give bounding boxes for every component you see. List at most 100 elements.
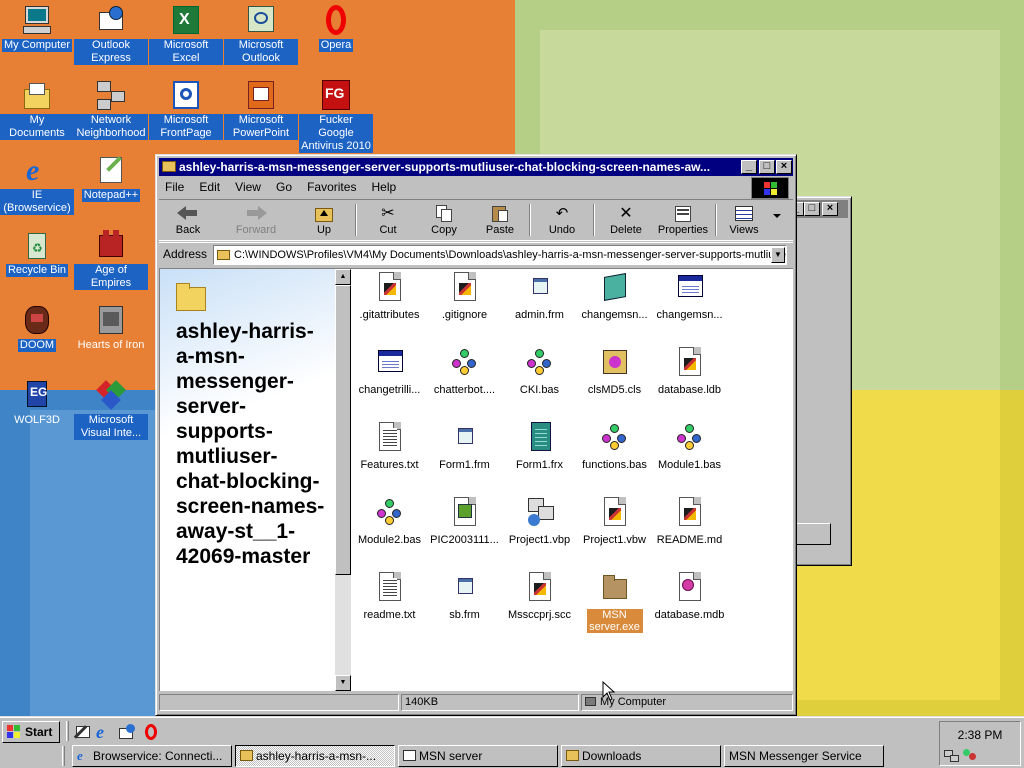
basic-module-icon — [674, 421, 706, 453]
properties-button[interactable]: Properties — [653, 202, 713, 240]
desktop-icon-microsoft-frontpage[interactable]: Microsoft FrontPage — [149, 79, 223, 140]
file-item[interactable]: Features.txt — [352, 421, 427, 471]
maximize-button[interactable]: □ — [759, 160, 775, 174]
file-item[interactable]: CKI.bas — [502, 346, 577, 396]
my-documents-icon — [21, 79, 53, 111]
desktop-icon-notepad-plus-plus[interactable]: Notepad++ — [74, 154, 148, 202]
clock[interactable]: 2:38 PM — [940, 728, 1020, 742]
quicklaunch-show-desktop-icon[interactable] — [73, 723, 92, 741]
menu-edit[interactable]: Edit — [193, 177, 226, 197]
desktop-icon-my-computer[interactable]: My Computer — [0, 4, 74, 52]
desktop-icon-wolf3d[interactable]: EG WOLF3D — [0, 379, 74, 427]
quicklaunch-grip[interactable] — [66, 721, 69, 741]
desktop-icon-microsoft-powerpoint[interactable]: Microsoft PowerPoint — [224, 79, 298, 140]
file-item[interactable]: chatterbot.... — [427, 346, 502, 396]
file-item[interactable]: changemsn... — [577, 271, 652, 321]
file-item[interactable]: .gitattributes — [352, 271, 427, 321]
task-msn-server[interactable]: MSN server — [398, 745, 558, 767]
desktop-icon-microsoft-outlook[interactable]: Microsoft Outlook — [224, 4, 298, 65]
file-item-selected[interactable]: MSN server.exe — [577, 571, 652, 633]
file-item[interactable]: Mssccprj.scc — [502, 571, 577, 621]
file-item[interactable]: readme.txt — [352, 571, 427, 621]
scroll-up-icon[interactable]: ▲ — [335, 269, 351, 285]
menu-view[interactable]: View — [229, 177, 267, 197]
background-window-button[interactable] — [791, 523, 831, 545]
folder-icon — [162, 161, 176, 172]
paste-button[interactable]: Paste — [473, 202, 527, 240]
desktop-icon-age-of-empires[interactable]: Age of Empires — [74, 229, 148, 290]
file-item[interactable]: Module2.bas — [352, 496, 427, 546]
desktop-icon-microsoft-excel[interactable]: X Microsoft Excel — [149, 4, 223, 65]
web-view-scrollbar[interactable]: ▲ ▼ — [335, 269, 351, 691]
file-label: changemsn... — [656, 309, 723, 321]
desktop-icon-outlook-express[interactable]: Outlook Express — [74, 4, 148, 65]
desktop-icon-my-documents[interactable]: My Documents — [0, 79, 74, 140]
close-button[interactable]: × — [776, 160, 792, 174]
delete-button[interactable]: ✕ Delete — [599, 202, 653, 240]
file-item[interactable]: clsMD5.cls — [577, 346, 652, 396]
task-explorer-active[interactable]: ashley-harris-a-msn-... — [235, 745, 395, 767]
desktop-icon-visual-interdev[interactable]: Microsoft Visual Inte... — [74, 379, 148, 440]
network-tray-icon[interactable] — [944, 747, 960, 763]
cut-button[interactable]: ✂ Cut — [361, 202, 415, 240]
menu-go[interactable]: Go — [270, 177, 298, 197]
file-item[interactable]: database.mdb — [652, 571, 727, 621]
wolf3d-icon: EG — [21, 379, 53, 411]
background-close-button[interactable]: × — [822, 202, 838, 216]
doom-icon — [21, 304, 53, 336]
task-browservice[interactable]: e Browservice: Connecti... — [72, 745, 232, 767]
views-dropdown-arrow-icon[interactable] — [773, 214, 781, 218]
desktop-icon-opera[interactable]: Opera — [299, 4, 373, 52]
scroll-down-icon[interactable]: ▼ — [335, 675, 351, 691]
explorer-window[interactable]: ashley-harris-a-msn-messenger-server-sup… — [155, 154, 797, 716]
file-item[interactable]: changetrilli... — [352, 346, 427, 396]
file-item[interactable]: PIC2003111... — [427, 496, 502, 546]
file-item[interactable]: Project1.vbw — [577, 496, 652, 546]
copy-button[interactable]: Copy — [417, 202, 471, 240]
task-downloads[interactable]: Downloads — [561, 745, 721, 767]
access-database-icon — [674, 571, 706, 603]
desktop-icon-network-neighborhood[interactable]: Network Neighborhood — [74, 79, 148, 140]
desktop-icon-recycle-bin[interactable]: ♻ Recycle Bin — [0, 229, 74, 277]
quicklaunch-opera-icon[interactable] — [142, 723, 160, 741]
desktop-icon-doom[interactable]: DOOM — [0, 304, 74, 352]
mouse-cursor-icon — [602, 681, 616, 701]
address-dropdown-icon[interactable]: ▼ — [771, 247, 785, 263]
file-item[interactable]: .gitignore — [427, 271, 502, 321]
desktop-icon-antivirus[interactable]: FG Fucker Google Antivirus 2010 — [299, 79, 373, 153]
desktop-icon-hearts-of-iron[interactable]: Hearts of Iron — [74, 304, 148, 352]
msn-messenger-tray-icon[interactable] — [962, 747, 978, 763]
file-item[interactable]: functions.bas — [577, 421, 652, 471]
minimize-button[interactable]: _ — [741, 160, 757, 174]
quicklaunch-ie-icon[interactable]: e — [96, 723, 114, 741]
up-button[interactable]: Up — [297, 202, 351, 240]
address-input[interactable]: C:\WINDOWS\Profiles\VM4\My Documents\Dow… — [213, 245, 787, 265]
menu-file[interactable]: File — [159, 177, 190, 197]
tasks-grip[interactable] — [62, 746, 65, 766]
forward-button[interactable]: Forward — [229, 202, 283, 240]
scroll-thumb[interactable] — [335, 285, 351, 575]
desktop-icon-ie-browservice[interactable]: e IE (Browservice) — [0, 154, 74, 215]
menu-favorites[interactable]: Favorites — [301, 177, 362, 197]
file-item[interactable]: Form1.frm — [427, 421, 502, 471]
start-button[interactable]: Start — [2, 721, 60, 743]
file-item[interactable]: database.ldb — [652, 346, 727, 396]
explorer-titlebar[interactable]: ashley-harris-a-msn-messenger-server-sup… — [159, 158, 793, 176]
antivirus-icon: FG — [320, 79, 352, 111]
file-item[interactable]: Module1.bas — [652, 421, 727, 471]
age-of-empires-icon — [95, 229, 127, 261]
background-maximize-button[interactable]: □ — [804, 202, 820, 216]
file-item[interactable]: admin.frm — [502, 271, 577, 321]
undo-button[interactable]: ↶ Undo — [535, 202, 589, 240]
views-button[interactable]: Views — [717, 202, 771, 240]
file-item[interactable]: changemsn... — [652, 271, 727, 321]
menu-help[interactable]: Help — [366, 177, 403, 197]
file-item[interactable]: README.md — [652, 496, 727, 546]
file-item[interactable]: Project1.vbp — [502, 496, 577, 546]
task-msn-messenger-service[interactable]: MSN Messenger Service — [724, 745, 884, 767]
quicklaunch-outlook-express-icon[interactable] — [118, 723, 136, 741]
back-button[interactable]: Back — [161, 202, 215, 240]
file-item[interactable]: sb.frm — [427, 571, 502, 621]
task-label: MSN Messenger Service — [729, 749, 862, 763]
file-item[interactable]: Form1.frx — [502, 421, 577, 471]
